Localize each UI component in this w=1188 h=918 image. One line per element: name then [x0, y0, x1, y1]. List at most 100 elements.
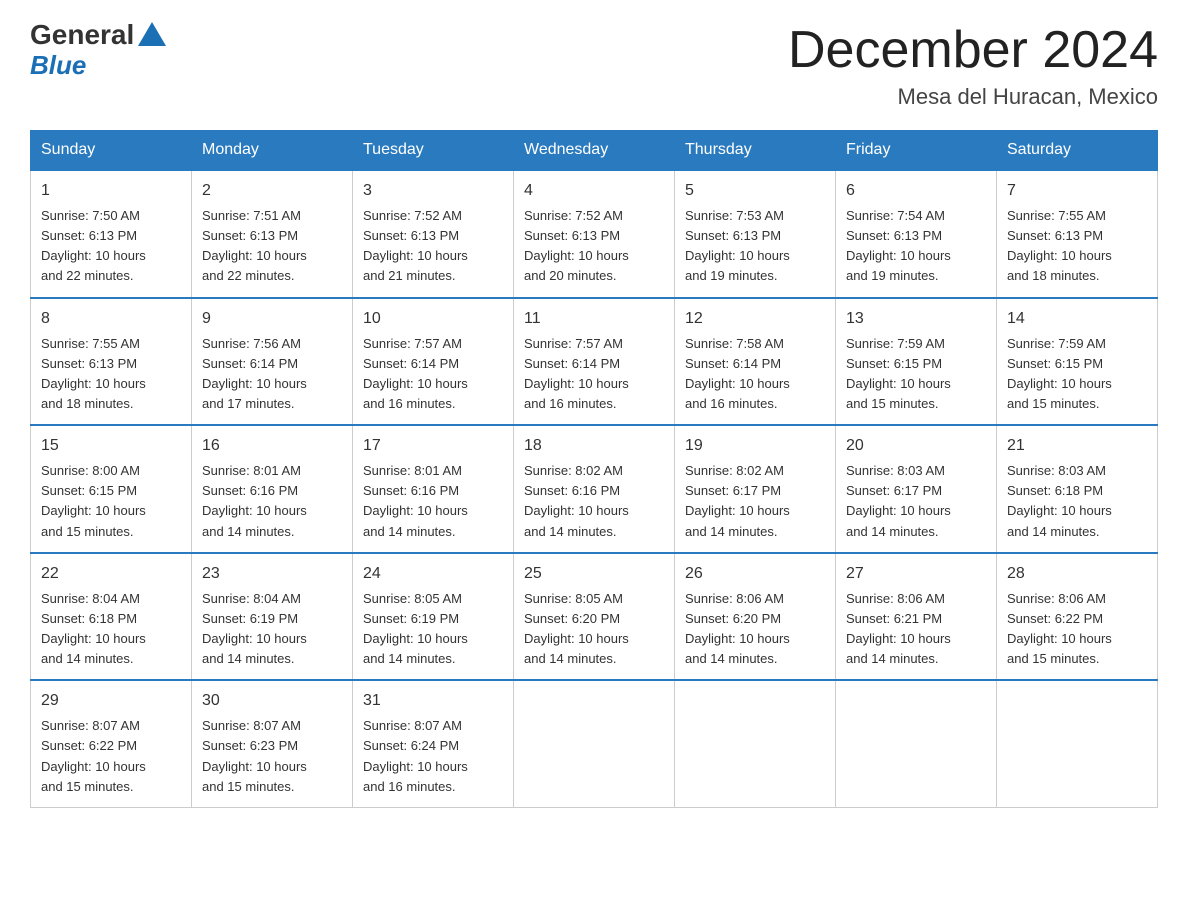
day-cell: 15Sunrise: 8:00 AMSunset: 6:15 PMDayligh… — [31, 425, 192, 553]
day-number: 7 — [1007, 179, 1147, 203]
day-number: 21 — [1007, 434, 1147, 458]
day-number: 13 — [846, 307, 986, 331]
day-info: Sunrise: 8:07 AMSunset: 6:23 PMDaylight:… — [202, 716, 342, 797]
col-saturday: Saturday — [997, 131, 1158, 171]
logo-general-text: General — [30, 20, 134, 51]
day-cell: 24 Sunrise: 8:05 AMSunset: 6:19 PMDayligh… — [353, 553, 514, 681]
day-info: Sunrise: 7:52 AMSunset: 6:13 PMDaylight:… — [524, 206, 664, 287]
day-cell: 4 Sunrise: 7:52 AMSunset: 6:13 PMDaylight… — [514, 170, 675, 298]
logo: General Blue — [30, 20, 166, 79]
day-number: 4 — [524, 179, 664, 203]
week-row-2: 8Sunrise: 7:55 AMSunset: 6:13 PMDaylight… — [31, 298, 1158, 426]
day-number: 20 — [846, 434, 986, 458]
day-info: Sunrise: 7:58 AMSunset: 6:14 PMDaylight:… — [685, 334, 825, 415]
day-cell: 25Sunrise: 8:05 AMSunset: 6:20 PMDayligh… — [514, 553, 675, 681]
day-number: 22 — [41, 562, 181, 586]
day-number: 15 — [41, 434, 181, 458]
day-info: Sunrise: 7:53 AMSunset: 6:13 PMDaylight:… — [685, 206, 825, 287]
day-info: Sunrise: 8:06 AMSunset: 6:21 PMDaylight:… — [846, 589, 986, 670]
logo-blue-text: Blue — [30, 50, 86, 80]
day-info: Sunrise: 7:55 AMSunset: 6:13 PMDaylight:… — [41, 334, 181, 415]
day-info: Sunrise: 7:56 AMSunset: 6:14 PMDaylight:… — [202, 334, 342, 415]
day-cell: 11 Sunrise: 7:57 AMSunset: 6:14 PMDayligh… — [514, 298, 675, 426]
col-tuesday: Tuesday — [353, 131, 514, 171]
day-number: 27 — [846, 562, 986, 586]
day-cell: 18Sunrise: 8:02 AMSunset: 6:16 PMDayligh… — [514, 425, 675, 553]
page-header: General Blue December 2024 Mesa del Hura… — [30, 20, 1158, 110]
day-cell: 7 Sunrise: 7:55 AMSunset: 6:13 PMDaylight… — [997, 170, 1158, 298]
day-cell: 1Sunrise: 7:50 AMSunset: 6:13 PMDaylight… — [31, 170, 192, 298]
day-number: 17 — [363, 434, 503, 458]
day-cell: 21 Sunrise: 8:03 AMSunset: 6:18 PMDayligh… — [997, 425, 1158, 553]
col-monday: Monday — [192, 131, 353, 171]
day-number: 9 — [202, 307, 342, 331]
col-thursday: Thursday — [675, 131, 836, 171]
day-number: 5 — [685, 179, 825, 203]
day-number: 25 — [524, 562, 664, 586]
day-info: Sunrise: 8:05 AMSunset: 6:19 PMDaylight:… — [363, 589, 503, 670]
day-info: Sunrise: 8:06 AMSunset: 6:22 PMDaylight:… — [1007, 589, 1147, 670]
day-info: Sunrise: 7:54 AMSunset: 6:13 PMDaylight:… — [846, 206, 986, 287]
day-cell — [675, 680, 836, 807]
day-info: Sunrise: 7:51 AMSunset: 6:13 PMDaylight:… — [202, 206, 342, 287]
day-number: 31 — [363, 689, 503, 713]
title-section: December 2024 Mesa del Huracan, Mexico — [788, 20, 1158, 110]
day-cell: 27 Sunrise: 8:06 AMSunset: 6:21 PMDayligh… — [836, 553, 997, 681]
day-number: 29 — [41, 689, 181, 713]
day-cell: 2 Sunrise: 7:51 AMSunset: 6:13 PMDaylight… — [192, 170, 353, 298]
day-number: 23 — [202, 562, 342, 586]
day-info: Sunrise: 8:01 AMSunset: 6:16 PMDaylight:… — [202, 461, 342, 542]
day-info: Sunrise: 7:52 AMSunset: 6:13 PMDaylight:… — [363, 206, 503, 287]
col-friday: Friday — [836, 131, 997, 171]
day-cell: 22 Sunrise: 8:04 AMSunset: 6:18 PMDayligh… — [31, 553, 192, 681]
day-number: 11 — [524, 307, 664, 331]
day-cell: 14 Sunrise: 7:59 AMSunset: 6:15 PMDayligh… — [997, 298, 1158, 426]
day-info: Sunrise: 8:03 AMSunset: 6:17 PMDaylight:… — [846, 461, 986, 542]
day-info: Sunrise: 8:02 AMSunset: 6:16 PMDaylight:… — [524, 461, 664, 542]
day-cell: 19 Sunrise: 8:02 AMSunset: 6:17 PMDayligh… — [675, 425, 836, 553]
week-row-3: 15Sunrise: 8:00 AMSunset: 6:15 PMDayligh… — [31, 425, 1158, 553]
calendar-header: Sunday Monday Tuesday Wednesday Thursday… — [31, 131, 1158, 171]
day-cell: 29 Sunrise: 8:07 AMSunset: 6:22 PMDayligh… — [31, 680, 192, 807]
day-info: Sunrise: 8:03 AMSunset: 6:18 PMDaylight:… — [1007, 461, 1147, 542]
day-cell: 28 Sunrise: 8:06 AMSunset: 6:22 PMDayligh… — [997, 553, 1158, 681]
day-info: Sunrise: 7:57 AMSunset: 6:14 PMDaylight:… — [524, 334, 664, 415]
day-cell: 16 Sunrise: 8:01 AMSunset: 6:16 PMDayligh… — [192, 425, 353, 553]
day-cell — [836, 680, 997, 807]
day-number: 6 — [846, 179, 986, 203]
day-info: Sunrise: 8:04 AMSunset: 6:18 PMDaylight:… — [41, 589, 181, 670]
header-row: Sunday Monday Tuesday Wednesday Thursday… — [31, 131, 1158, 171]
day-cell: 10Sunrise: 7:57 AMSunset: 6:14 PMDayligh… — [353, 298, 514, 426]
day-cell: 20 Sunrise: 8:03 AMSunset: 6:17 PMDayligh… — [836, 425, 997, 553]
day-cell: 17Sunrise: 8:01 AMSunset: 6:16 PMDayligh… — [353, 425, 514, 553]
logo-triangle-icon — [138, 22, 166, 46]
day-cell: 31Sunrise: 8:07 AMSunset: 6:24 PMDayligh… — [353, 680, 514, 807]
day-number: 16 — [202, 434, 342, 458]
day-info: Sunrise: 7:55 AMSunset: 6:13 PMDaylight:… — [1007, 206, 1147, 287]
day-cell: 8Sunrise: 7:55 AMSunset: 6:13 PMDaylight… — [31, 298, 192, 426]
day-info: Sunrise: 8:06 AMSunset: 6:20 PMDaylight:… — [685, 589, 825, 670]
day-number: 2 — [202, 179, 342, 203]
day-info: Sunrise: 8:02 AMSunset: 6:17 PMDaylight:… — [685, 461, 825, 542]
week-row-4: 22 Sunrise: 8:04 AMSunset: 6:18 PMDayligh… — [31, 553, 1158, 681]
day-number: 12 — [685, 307, 825, 331]
day-number: 3 — [363, 179, 503, 203]
week-row-5: 29 Sunrise: 8:07 AMSunset: 6:22 PMDayligh… — [31, 680, 1158, 807]
day-number: 24 — [363, 562, 503, 586]
day-info: Sunrise: 7:59 AMSunset: 6:15 PMDaylight:… — [846, 334, 986, 415]
day-number: 30 — [202, 689, 342, 713]
day-number: 14 — [1007, 307, 1147, 331]
day-number: 28 — [1007, 562, 1147, 586]
calendar-body: 1Sunrise: 7:50 AMSunset: 6:13 PMDaylight… — [31, 170, 1158, 807]
day-info: Sunrise: 7:59 AMSunset: 6:15 PMDaylight:… — [1007, 334, 1147, 415]
day-info: Sunrise: 7:50 AMSunset: 6:13 PMDaylight:… — [41, 206, 181, 287]
day-info: Sunrise: 7:57 AMSunset: 6:14 PMDaylight:… — [363, 334, 503, 415]
day-cell — [514, 680, 675, 807]
col-wednesday: Wednesday — [514, 131, 675, 171]
day-cell: 12 Sunrise: 7:58 AMSunset: 6:14 PMDayligh… — [675, 298, 836, 426]
day-number: 19 — [685, 434, 825, 458]
day-cell: 3 Sunrise: 7:52 AMSunset: 6:13 PMDaylight… — [353, 170, 514, 298]
day-cell: 13 Sunrise: 7:59 AMSunset: 6:15 PMDayligh… — [836, 298, 997, 426]
day-cell — [997, 680, 1158, 807]
day-info: Sunrise: 8:07 AMSunset: 6:22 PMDaylight:… — [41, 716, 181, 797]
